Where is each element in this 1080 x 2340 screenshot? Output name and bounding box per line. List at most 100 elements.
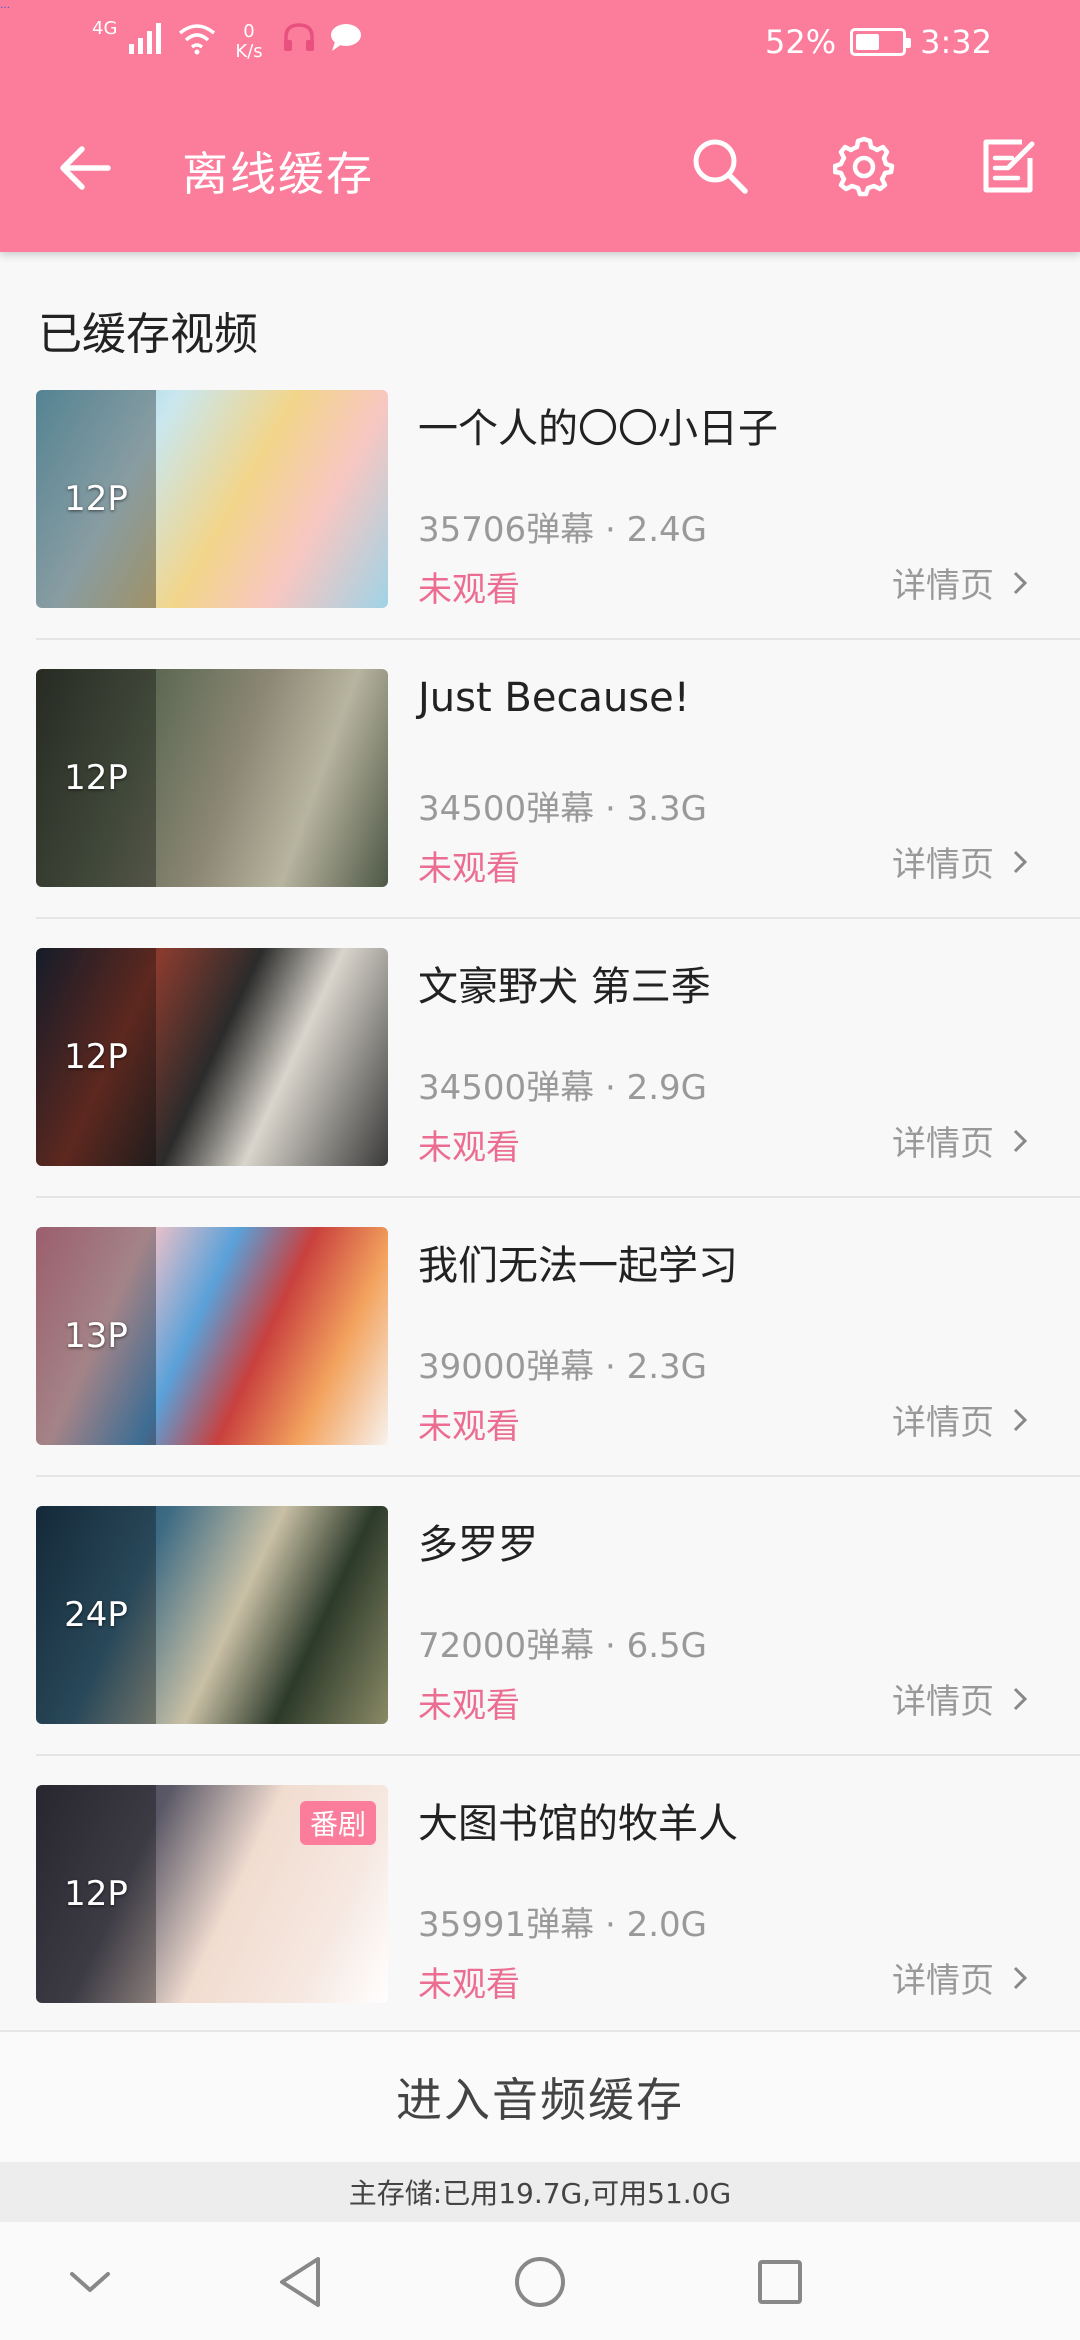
gear-icon [833, 136, 895, 197]
watch-status: 未观看 [418, 1407, 520, 1447]
detail-label: 详情页 [892, 1124, 994, 1164]
system-nav-bar [0, 2222, 1080, 2340]
watch-status: 未观看 [418, 570, 520, 610]
status-right: 52% 3:32 [765, 18, 992, 66]
video-item[interactable]: 13P 我们无法一起学习 39000弹幕 · 2.3G 未观看 详情页 [0, 1227, 1080, 1506]
video-meta: 34500弹幕 · 2.9G [418, 1068, 707, 1108]
triangle-back-icon [280, 2257, 320, 2307]
headset-icon [281, 21, 317, 63]
section-title: 已缓存视频 [38, 309, 258, 360]
divider [36, 917, 1080, 919]
detail-link[interactable]: 详情页 [892, 1395, 1028, 1444]
network-type: 4G [92, 17, 118, 39]
square-recents-icon [758, 2260, 802, 2304]
video-list: 12P 一个人的〇〇小日子 35706弹幕 · 2.4G 未观看 详情页 12P… [0, 390, 1080, 2064]
chevron-right-icon [1013, 850, 1028, 873]
episode-count: 13P [64, 1316, 128, 1356]
wifi-icon [177, 21, 217, 63]
divider [36, 638, 1080, 640]
battery-fill [856, 34, 880, 50]
watch-status: 未观看 [418, 1686, 520, 1726]
nav-back-button[interactable] [268, 2250, 332, 2314]
status-bar: … 4G 0 K/s 52% 3:32 [0, 0, 1080, 84]
video-title: 一个人的〇〇小日子 [418, 406, 778, 452]
nav-recents-button[interactable] [748, 2250, 812, 2314]
chevron-down-icon [70, 2272, 110, 2292]
video-thumbnail[interactable]: 12P [36, 948, 388, 1166]
video-title: 大图书馆的牧羊人 [418, 1801, 738, 1847]
detail-label: 详情页 [892, 1403, 994, 1443]
edit-button[interactable] [970, 128, 1046, 204]
video-meta: 34500弹幕 · 3.3G [418, 789, 707, 829]
storage-info: 主存储:已用19.7G,可用51.0G [0, 2162, 1080, 2222]
category-badge: 番剧 [299, 1801, 376, 1845]
nav-collapse-button[interactable] [58, 2250, 122, 2314]
video-item[interactable]: 12P Just Because! 34500弹幕 · 3.3G 未观看 详情页 [0, 669, 1080, 948]
chevron-right-icon [1013, 1966, 1028, 1989]
net-speed-unit: K/s [235, 41, 263, 62]
video-meta: 35706弹幕 · 2.4G [418, 510, 707, 550]
episode-count: 12P [64, 758, 128, 798]
back-button[interactable] [48, 136, 120, 200]
edit-icon [983, 139, 1035, 193]
video-title: Just Because! [418, 675, 690, 721]
video-thumbnail[interactable]: 12P 番剧 [36, 1785, 388, 2003]
detail-link[interactable]: 详情页 [892, 1953, 1028, 2002]
divider [36, 1754, 1080, 1756]
search-button[interactable] [682, 128, 758, 204]
detail-link[interactable]: 详情页 [892, 1674, 1028, 1723]
message-icon [327, 22, 363, 62]
detail-link[interactable]: 详情页 [892, 1116, 1028, 1165]
back-arrow-icon [60, 146, 111, 190]
search-icon [693, 139, 748, 194]
net-speed-value: 0 [243, 21, 255, 42]
app-header: … 4G 0 K/s 52% 3:32 离线缓存 [0, 0, 1080, 252]
watch-status: 未观看 [418, 1128, 520, 1168]
watch-status: 未观看 [418, 849, 520, 889]
toolbar: 离线缓存 [0, 84, 1080, 252]
circle-home-icon [515, 2257, 565, 2307]
settings-button[interactable] [826, 128, 902, 204]
audio-cache-button[interactable]: 进入音频缓存 [0, 2030, 1080, 2162]
video-item[interactable]: 12P 一个人的〇〇小日子 35706弹幕 · 2.4G 未观看 详情页 [0, 390, 1080, 669]
watch-status: 未观看 [418, 1965, 520, 2005]
video-item[interactable]: 12P 番剧 大图书馆的牧羊人 35991弹幕 · 2.0G 未观看 详情页 [0, 1785, 1080, 2064]
video-meta: 35991弹幕 · 2.0G [418, 1905, 707, 1945]
episode-count: 24P [64, 1595, 128, 1635]
detail-label: 详情页 [892, 845, 994, 885]
video-title: 多罗罗 [418, 1522, 538, 1568]
video-title: 文豪野犬 第三季 [418, 964, 711, 1010]
status-left: 4G 0 K/s [92, 18, 363, 66]
chevron-right-icon [1013, 571, 1028, 594]
detail-link[interactable]: 详情页 [892, 837, 1028, 886]
battery-percent: 52% [765, 23, 837, 61]
corner-text: … [0, 0, 10, 11]
video-item[interactable]: 24P 多罗罗 72000弹幕 · 6.5G 未观看 详情页 [0, 1506, 1080, 1785]
chevron-right-icon [1013, 1408, 1028, 1431]
video-item[interactable]: 12P 文豪野犬 第三季 34500弹幕 · 2.9G 未观看 详情页 [0, 948, 1080, 1227]
divider [36, 1475, 1080, 1477]
net-speed: 0 K/s [235, 22, 262, 62]
detail-label: 详情页 [892, 1682, 994, 1722]
episode-count: 12P [64, 479, 128, 519]
clock: 3:32 [920, 23, 992, 61]
signal-icon [127, 20, 167, 64]
chevron-right-icon [1013, 1687, 1028, 1710]
episode-count: 12P [64, 1874, 128, 1914]
detail-label: 详情页 [892, 566, 994, 606]
video-thumbnail[interactable]: 13P [36, 1227, 388, 1445]
episode-count: 12P [64, 1037, 128, 1077]
detail-label: 详情页 [892, 1961, 994, 2001]
divider [36, 1196, 1080, 1198]
video-thumbnail[interactable]: 12P [36, 390, 388, 608]
page-title: 离线缓存 [182, 147, 374, 201]
chevron-right-icon [1013, 1129, 1028, 1152]
video-thumbnail[interactable]: 24P [36, 1506, 388, 1724]
video-thumbnail[interactable]: 12P [36, 669, 388, 887]
battery-icon [850, 28, 912, 56]
nav-home-button[interactable] [508, 2250, 572, 2314]
video-meta: 39000弹幕 · 2.3G [418, 1347, 707, 1387]
detail-link[interactable]: 详情页 [892, 558, 1028, 607]
video-title: 我们无法一起学习 [418, 1243, 738, 1289]
video-meta: 72000弹幕 · 6.5G [418, 1626, 707, 1666]
